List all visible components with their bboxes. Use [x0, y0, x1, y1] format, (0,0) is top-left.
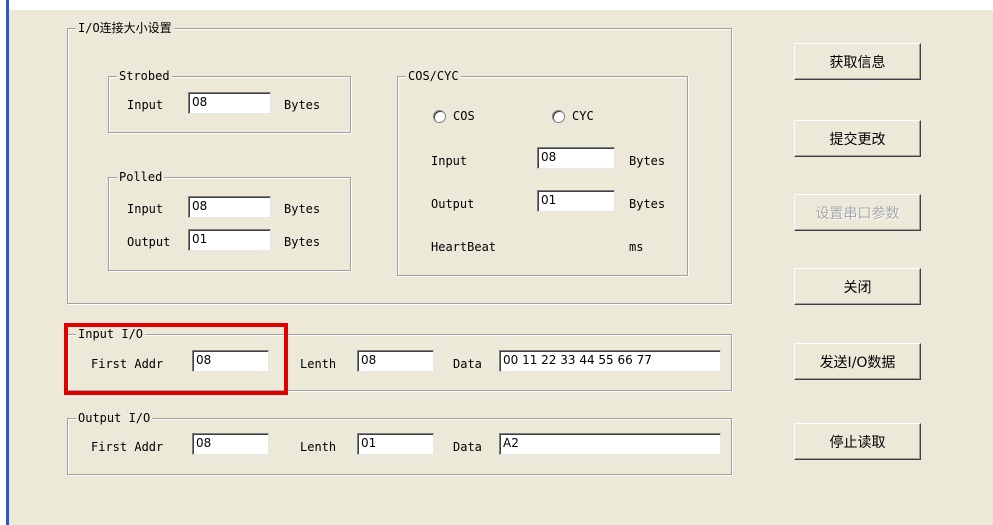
strobed-group: Strobed Input 08 Bytes — [108, 68, 351, 133]
polled-output-label: Output — [127, 235, 171, 249]
send-io-data-button[interactable]: 发送I/O数据 — [794, 343, 921, 380]
cos-cyc-group-title: COS/CYC — [406, 68, 461, 84]
strobed-input-unit: Bytes — [284, 98, 321, 112]
output-first-addr-field[interactable]: 08 — [192, 433, 269, 455]
cos-cyc-output-label: Output — [431, 197, 475, 211]
cos-cyc-input-unit: Bytes — [629, 154, 666, 168]
close-button[interactable]: 关闭 — [794, 268, 921, 305]
cos-cyc-output-field[interactable]: 01 — [537, 190, 615, 212]
io-size-group-title: I/O连接大小设置 — [76, 20, 174, 36]
cos-cyc-output-unit: Bytes — [629, 197, 666, 211]
input-data-label: Data — [453, 357, 482, 371]
strobed-group-title: Strobed — [117, 68, 172, 84]
polled-group: Polled Input 08 Bytes Output 01 Bytes — [108, 169, 351, 271]
submit-changes-button[interactable]: 提交更改 — [794, 120, 921, 157]
polled-output-field[interactable]: 01 — [188, 229, 271, 251]
cos-radio-button[interactable] — [433, 110, 446, 123]
output-data-field[interactable]: A2 — [499, 433, 721, 455]
window-left-border — [6, 0, 9, 525]
polled-input-field[interactable]: 08 — [188, 196, 271, 218]
get-info-button[interactable]: 获取信息 — [794, 43, 921, 80]
cyc-radio-button[interactable] — [552, 110, 565, 123]
heartbeat-label: HeartBeat — [431, 240, 497, 254]
strobed-input-label: Input — [127, 98, 164, 112]
stop-read-button[interactable]: 停止读取 — [794, 423, 921, 460]
red-highlight-box — [64, 323, 288, 395]
output-length-label: Lenth — [300, 440, 337, 454]
strobed-input-field[interactable]: 08 — [188, 92, 271, 114]
output-io-group-title: Output I/O — [76, 410, 153, 426]
cos-cyc-group: COS/CYC COS CYC Input 08 Bytes Output 01… — [397, 68, 688, 276]
top-strip — [0, 0, 993, 10]
output-data-label: Data — [453, 440, 482, 454]
input-data-field[interactable]: 00 11 22 33 44 55 66 77 — [499, 350, 721, 372]
polled-output-unit: Bytes — [284, 235, 321, 249]
input-length-label: Lenth — [300, 357, 337, 371]
input-length-field[interactable]: 08 — [357, 350, 434, 372]
heartbeat-unit: ms — [629, 240, 644, 254]
output-io-group: Output I/O First Addr 08 Lenth 01 Data A… — [67, 410, 732, 475]
dialog-window: I/O连接大小设置 Strobed Input 08 Bytes Polled … — [0, 0, 993, 525]
polled-input-label: Input — [127, 202, 164, 216]
output-length-field[interactable]: 01 — [357, 433, 434, 455]
polled-input-unit: Bytes — [284, 202, 321, 216]
cyc-radio-label[interactable]: CYC — [572, 108, 594, 124]
cos-cyc-input-field[interactable]: 08 — [537, 147, 615, 169]
polled-group-title: Polled — [117, 169, 165, 185]
serial-params-button[interactable]: 设置串口参数 — [794, 194, 921, 231]
output-first-addr-label: First Addr — [91, 440, 164, 454]
cos-radio-label[interactable]: COS — [453, 108, 475, 124]
cos-cyc-input-label: Input — [431, 154, 468, 168]
